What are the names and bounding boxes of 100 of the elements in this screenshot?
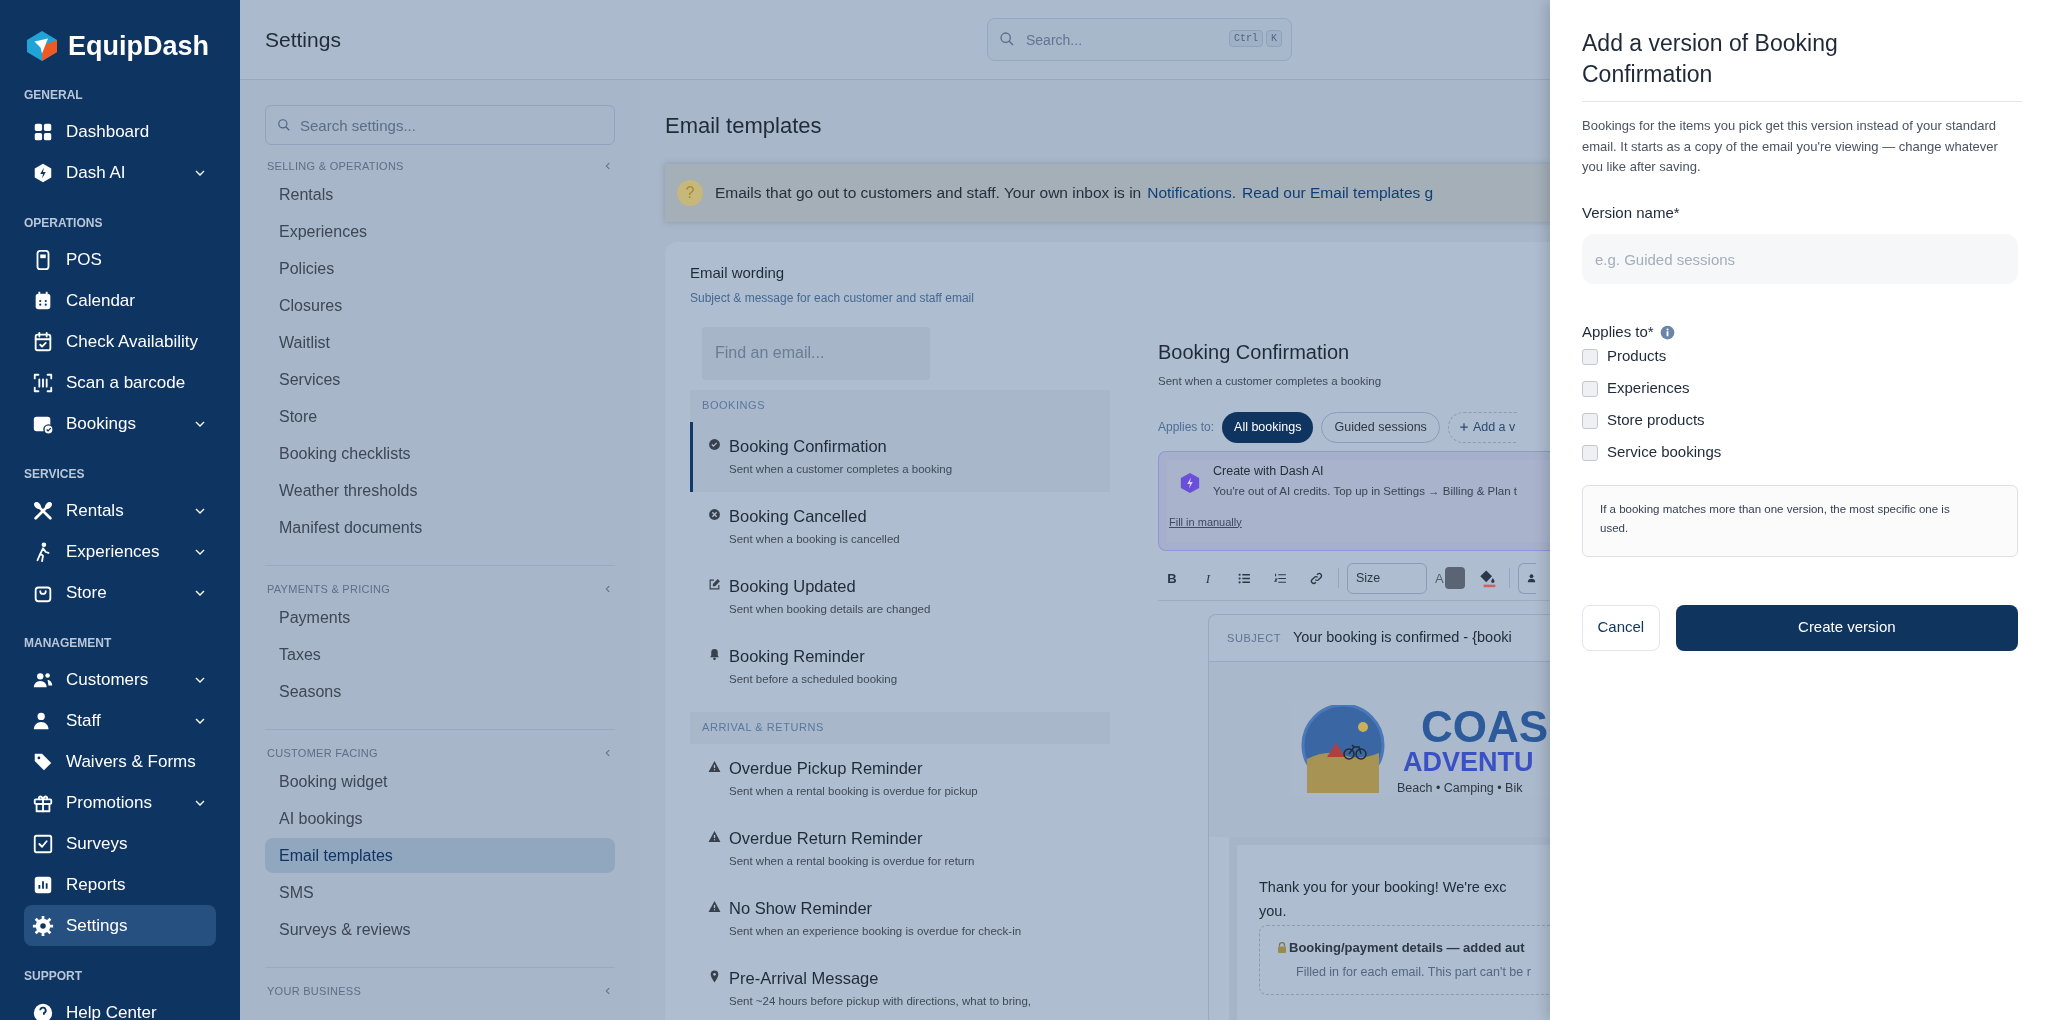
email-template-item[interactable]: Pre-Arrival Message Sent ~24 hours before pickup with directions, what to bring, bbox=[690, 953, 1110, 1020]
create-version-button[interactable]: Create version bbox=[1675, 604, 2018, 651]
settings-icon bbox=[32, 914, 54, 937]
logo-name: COAS bbox=[1420, 704, 1549, 749]
settings-menu-item[interactable]: Policies bbox=[265, 251, 615, 286]
banner-link[interactable]: Notifications. bbox=[1147, 181, 1236, 205]
paddles-icon bbox=[32, 499, 54, 522]
section-heading: SELLING & OPERATIONS bbox=[267, 158, 404, 174]
settings-menu-item[interactable]: Closures bbox=[265, 288, 615, 323]
sidebar-item[interactable]: Rentals bbox=[24, 490, 216, 531]
settings-menu-item[interactable]: Email templates bbox=[265, 838, 615, 873]
sidebar-item[interactable]: Reports bbox=[24, 864, 216, 905]
email-template-item[interactable]: Booking Cancelled Sent when a booking is cancelled bbox=[690, 491, 1110, 562]
lightning-hexagon-icon bbox=[1179, 471, 1201, 494]
sidebar-item[interactable]: Staff bbox=[24, 700, 216, 741]
settings-menu-item[interactable]: Seasons bbox=[265, 674, 615, 709]
version-chip[interactable]: All bookings bbox=[1222, 411, 1314, 443]
size-select[interactable]: Size bbox=[1347, 562, 1427, 594]
sidebar-item[interactable]: Waivers & Forms bbox=[24, 741, 216, 782]
sidebar-item[interactable]: Store bbox=[24, 572, 216, 613]
checkbox-icon bbox=[32, 832, 54, 855]
group-heading: ARRIVAL & RETURNS bbox=[702, 720, 824, 736]
field-label: Version name* bbox=[1582, 202, 1681, 223]
bullet-list-icon bbox=[1237, 571, 1251, 585]
x-circle-icon bbox=[708, 507, 721, 521]
section-heading: PAYMENTS & PRICING bbox=[267, 581, 391, 597]
sidebar-item[interactable]: Customers bbox=[24, 659, 216, 700]
section-heading: CUSTOMER FACING bbox=[267, 745, 378, 761]
sidebar-item[interactable]: Dashboard bbox=[24, 111, 216, 152]
sidebar-item[interactable]: POS bbox=[24, 239, 216, 280]
barcode-icon bbox=[32, 371, 54, 394]
settings-menu-item[interactable]: Waitlist bbox=[265, 325, 615, 360]
applies-label: Applies to: bbox=[1158, 419, 1215, 437]
banner-link[interactable]: Read our Email templates g bbox=[1241, 181, 1434, 205]
warning-icon bbox=[708, 829, 721, 843]
sidebar-item[interactable]: Surveys bbox=[24, 823, 216, 864]
warning-icon bbox=[708, 759, 721, 773]
settings-menu-item[interactable]: Weather thresholds bbox=[265, 473, 615, 508]
email-template-item[interactable]: Booking Updated Sent when booking details are changed bbox=[690, 561, 1110, 632]
settings-menu-item[interactable]: Services bbox=[265, 362, 615, 397]
email-template-item[interactable]: Booking Confirmation Sent when a customer completes a booking bbox=[690, 421, 1110, 492]
numbered-list-icon bbox=[1273, 571, 1287, 585]
hexagon-icon bbox=[32, 161, 54, 184]
checkbox[interactable] bbox=[1582, 412, 1598, 429]
details-title: Booking/payment details — added aut bbox=[1289, 938, 1525, 957]
ai-message: You're out of AI credits. Top up in Settings → Billing & Plan t bbox=[1213, 483, 1517, 499]
checkbox-label: Service bookings bbox=[1607, 442, 1722, 463]
settings-menu-item[interactable]: Payments bbox=[265, 600, 615, 635]
help-badge: ? bbox=[677, 180, 703, 206]
calendar-check-icon bbox=[32, 330, 54, 353]
settings-menu-item[interactable]: Booking checklists bbox=[265, 436, 615, 471]
checkbox[interactable] bbox=[1582, 348, 1598, 365]
sidebar-item[interactable]: Settings bbox=[24, 905, 216, 946]
placeholder-button[interactable] bbox=[1517, 562, 1536, 594]
checkbox-label: Store products bbox=[1607, 410, 1705, 431]
version-name-field[interactable]: e.g. Guided sessions bbox=[1582, 234, 2018, 284]
settings-menu-item[interactable]: Store bbox=[265, 399, 615, 434]
settings-menu-item[interactable]: Surveys & reviews bbox=[265, 912, 615, 947]
checkbox[interactable] bbox=[1582, 380, 1598, 397]
info-icon bbox=[1659, 324, 1675, 340]
brand-name: EquipDash bbox=[68, 29, 209, 63]
subject-label: SUBJECT bbox=[1227, 630, 1281, 646]
search-icon bbox=[277, 118, 291, 132]
email-template-item[interactable]: Overdue Pickup Reminder Sent when a rental booking is overdue for pickup bbox=[690, 743, 1110, 814]
search-icon bbox=[999, 31, 1015, 47]
edit-icon bbox=[708, 577, 721, 591]
sidebar-item[interactable]: Check Availability bbox=[24, 321, 216, 362]
settings-menu-item[interactable]: Rentals bbox=[265, 177, 615, 212]
logo-icon bbox=[24, 28, 60, 64]
settings-menu-item[interactable]: Taxes bbox=[265, 637, 615, 672]
checkbox[interactable] bbox=[1582, 444, 1598, 461]
sidebar-item[interactable]: Scan a barcode bbox=[24, 362, 216, 403]
check-circle-icon bbox=[708, 437, 721, 451]
cancel-button[interactable]: Cancel bbox=[1582, 604, 1660, 651]
template-title: Booking Confirmation bbox=[1158, 339, 1350, 365]
plus-icon bbox=[1458, 422, 1469, 433]
email-template-item[interactable]: No Show Reminder Sent when an experience booking is overdue for check-in bbox=[690, 883, 1110, 954]
sidebar-item[interactable]: Dash AI bbox=[24, 152, 216, 193]
settings-menu-item[interactable]: Manifest documents bbox=[265, 510, 615, 545]
group-heading: BOOKINGS bbox=[702, 398, 766, 414]
sidebar-item[interactable]: Calendar bbox=[24, 280, 216, 321]
sidebar-item[interactable]: Bookings bbox=[24, 403, 216, 444]
checkbox-label: Experiences bbox=[1607, 378, 1690, 399]
bold-button[interactable]: B bbox=[1158, 564, 1186, 593]
search-field[interactable]: Search settings... bbox=[265, 105, 615, 145]
settings-menu-item[interactable]: Booking widget bbox=[265, 764, 615, 799]
user-icon bbox=[1526, 572, 1536, 585]
section-heading: SUPPORT bbox=[23, 968, 83, 985]
fill-manually-link[interactable]: Fill in manually bbox=[1169, 513, 1242, 531]
settings-menu-item[interactable]: AI bookings bbox=[265, 801, 615, 836]
settings-menu-item[interactable]: SMS bbox=[265, 875, 615, 910]
drawer-title: Add a version of Booking Confirmation bbox=[1582, 28, 2022, 102]
email-template-item[interactable]: Booking Reminder Sent before a scheduled booking bbox=[690, 631, 1110, 702]
italic-button[interactable]: I bbox=[1194, 564, 1222, 593]
sidebar-item[interactable]: Experiences bbox=[24, 531, 216, 572]
sidebar-item[interactable]: Promotions bbox=[24, 782, 216, 823]
logo-tagline: Beach • Camping • Bik bbox=[1397, 781, 1524, 794]
email-template-item[interactable]: Overdue Return Reminder Sent when a rental booking is overdue for return bbox=[690, 813, 1110, 884]
settings-menu-item[interactable]: Experiences bbox=[265, 214, 615, 249]
find-field[interactable]: Find an email... bbox=[702, 326, 930, 380]
